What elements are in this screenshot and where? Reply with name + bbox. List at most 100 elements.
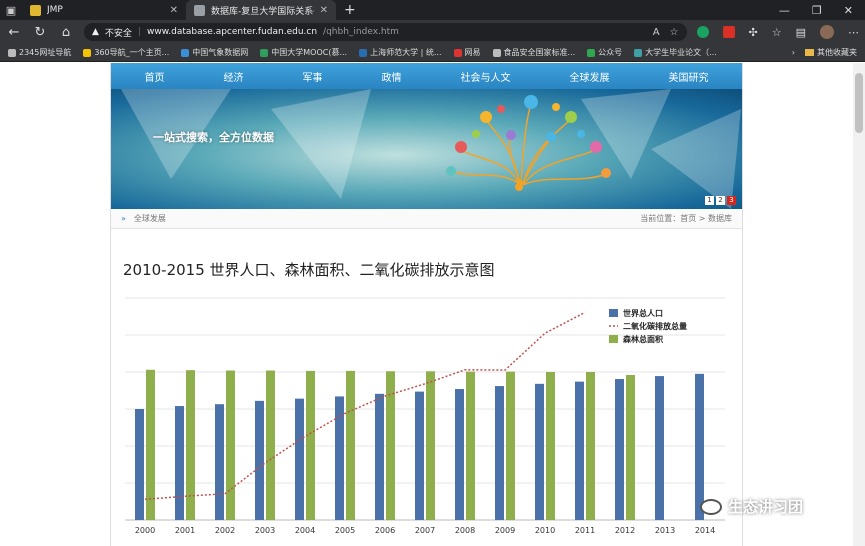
page-title: 2010-2015 世界人口、森林面积、二氧化碳排放示意图 bbox=[123, 261, 495, 279]
back-icon[interactable]: ← bbox=[6, 25, 22, 40]
bookmark-item[interactable]: 中国气象数据网 bbox=[181, 47, 248, 58]
double-chevron-icon: » bbox=[121, 214, 126, 223]
forest-bar bbox=[426, 371, 435, 520]
new-tab-icon[interactable]: + bbox=[336, 2, 364, 18]
restore-icon[interactable]: ❐ bbox=[812, 4, 822, 17]
population-bar bbox=[455, 389, 464, 520]
pdf-extension-icon[interactable] bbox=[722, 26, 735, 38]
banner-page-3[interactable]: 3 bbox=[727, 196, 736, 205]
extensions-icon[interactable]: ✣ bbox=[749, 26, 758, 39]
forest-bar bbox=[626, 374, 635, 520]
bookmark-item[interactable]: 2345网址导航 bbox=[8, 47, 71, 58]
population-bar bbox=[295, 398, 304, 520]
tab-title: JMP bbox=[47, 5, 63, 15]
population-bar bbox=[175, 406, 184, 520]
more-bookmarks-icon[interactable]: › bbox=[792, 48, 795, 57]
home-icon[interactable]: ⌂ bbox=[58, 25, 74, 40]
forest-bar bbox=[266, 370, 275, 520]
bookmark-icon bbox=[492, 48, 501, 57]
favorite-star-icon[interactable]: ☆ bbox=[670, 27, 679, 38]
population-bar bbox=[415, 391, 424, 520]
nav-global-development[interactable]: 全球发展 bbox=[570, 69, 610, 84]
location-info: 当前位置：首页 > 数据库 bbox=[640, 214, 732, 223]
population-bar bbox=[255, 400, 264, 520]
favorites-icon[interactable]: ☆ bbox=[772, 26, 782, 39]
bookmark-icon bbox=[181, 48, 190, 57]
data-tree-illustration bbox=[446, 95, 611, 191]
bookmark-item[interactable]: 公众号 bbox=[587, 47, 622, 58]
forest-bar bbox=[506, 371, 515, 520]
reload-icon[interactable]: ↻ bbox=[32, 25, 48, 40]
bookmark-item[interactable]: 中国大学MOOC(慕... bbox=[260, 47, 347, 58]
location-path[interactable]: 首页 > 数据库 bbox=[680, 214, 732, 223]
bookmark-icon bbox=[260, 48, 269, 57]
banner-slogan: 一站式搜索，全方位数据 bbox=[153, 131, 274, 144]
population-bar bbox=[655, 376, 664, 520]
bookmark-item[interactable]: 上海师范大学 | 统... bbox=[359, 47, 442, 58]
bookmark-icon bbox=[587, 48, 596, 57]
banner-decoration bbox=[121, 89, 741, 209]
banner-page-2[interactable]: 2 bbox=[716, 196, 725, 205]
bookmark-item[interactable]: 食品安全国家标准... bbox=[492, 47, 575, 58]
population-bar bbox=[615, 379, 624, 520]
folder-icon bbox=[805, 49, 814, 56]
breadcrumb: » 全球发展 当前位置：首页 > 数据库 bbox=[111, 209, 742, 229]
x-tick-label: 2000 bbox=[135, 526, 155, 535]
banner-page-1[interactable]: 1 bbox=[705, 196, 714, 205]
bookmark-icon bbox=[83, 48, 92, 57]
x-tick-label: 2009 bbox=[495, 526, 515, 535]
x-tick-label: 2001 bbox=[175, 526, 195, 535]
bookmark-icon bbox=[634, 48, 643, 57]
grammarly-extension-icon[interactable] bbox=[696, 26, 709, 38]
forest-bar bbox=[546, 372, 555, 520]
bookmark-item[interactable]: 大学生毕业论文（... bbox=[634, 47, 717, 58]
x-tick-label: 2014 bbox=[695, 526, 715, 535]
security-label: 不安全 bbox=[104, 28, 132, 39]
profile-avatar[interactable] bbox=[820, 25, 834, 39]
population-bar bbox=[535, 383, 544, 520]
nav-economy[interactable]: 经济 bbox=[224, 69, 244, 84]
nav-military[interactable]: 军事 bbox=[303, 69, 323, 84]
read-aloud-icon[interactable]: A bbox=[653, 27, 660, 38]
x-tick-label: 2006 bbox=[375, 526, 395, 535]
warning-icon: ▲ bbox=[92, 27, 99, 37]
legend-swatch bbox=[609, 335, 618, 343]
tab-bar: ▣ JMP ✕ 数据库-复旦大学国际关系研究院 ✕ + — ❐ ✕ bbox=[0, 0, 865, 20]
nav-us-studies[interactable]: 美国研究 bbox=[669, 69, 709, 84]
x-tick-label: 2002 bbox=[215, 526, 235, 535]
nav-politics[interactable]: 政情 bbox=[382, 69, 402, 84]
bookmark-icon bbox=[359, 48, 368, 57]
tab-jmp[interactable]: JMP ✕ bbox=[22, 0, 186, 20]
bookmark-item[interactable]: 网易 bbox=[453, 47, 481, 58]
tab-database[interactable]: 数据库-复旦大学国际关系研究院 ✕ bbox=[186, 0, 336, 20]
forest-bar bbox=[226, 370, 235, 520]
forest-bar bbox=[346, 370, 355, 520]
section-label: 全球发展 bbox=[133, 214, 166, 223]
url-host: www.database.apcenter.fudan.edu.cn bbox=[146, 27, 318, 37]
other-bookmarks-folder[interactable]: 其他收藏夹 bbox=[805, 47, 857, 58]
population-bar bbox=[495, 386, 504, 520]
site-content: 首页 经济 军事 政情 社会与人文 全球发展 美国研究 一站式搜索，全方位数据 bbox=[110, 63, 743, 546]
close-window-icon[interactable]: ✕ bbox=[844, 4, 853, 17]
jmp-favicon-icon bbox=[30, 4, 41, 16]
legend-label: 森林总面积 bbox=[623, 334, 663, 344]
hero-banner: 一站式搜索，全方位数据 1 2 3 bbox=[111, 89, 742, 209]
wechat-logo-icon bbox=[700, 498, 722, 515]
nav-society-humanities[interactable]: 社会与人文 bbox=[461, 69, 511, 84]
bookmark-icon bbox=[8, 48, 16, 57]
vertical-scrollbar[interactable] bbox=[853, 63, 865, 546]
bookmark-item[interactable]: 360导航_一个主页... bbox=[83, 47, 169, 58]
window-menu-icon[interactable]: ▣ bbox=[0, 0, 22, 20]
nav-home[interactable]: 首页 bbox=[145, 69, 165, 84]
collections-icon[interactable]: ▤ bbox=[796, 26, 806, 39]
more-menu-icon[interactable]: ⋯ bbox=[848, 26, 859, 39]
scrollbar-thumb[interactable] bbox=[855, 73, 863, 133]
url-field[interactable]: ▲ 不安全 | www.database.apcenter.fudan.edu.… bbox=[84, 23, 687, 41]
close-tab-icon[interactable]: ✕ bbox=[320, 5, 328, 16]
bookmarks-bar: 2345网址导航 360导航_一个主页... 中国气象数据网 中国大学MOOC(… bbox=[0, 44, 865, 62]
close-tab-icon[interactable]: ✕ bbox=[170, 5, 178, 16]
forest-bar bbox=[466, 371, 475, 520]
tab-title: 数据库-复旦大学国际关系研究院 bbox=[211, 6, 314, 17]
minimize-icon[interactable]: — bbox=[779, 4, 790, 17]
legend-swatch bbox=[609, 309, 618, 317]
